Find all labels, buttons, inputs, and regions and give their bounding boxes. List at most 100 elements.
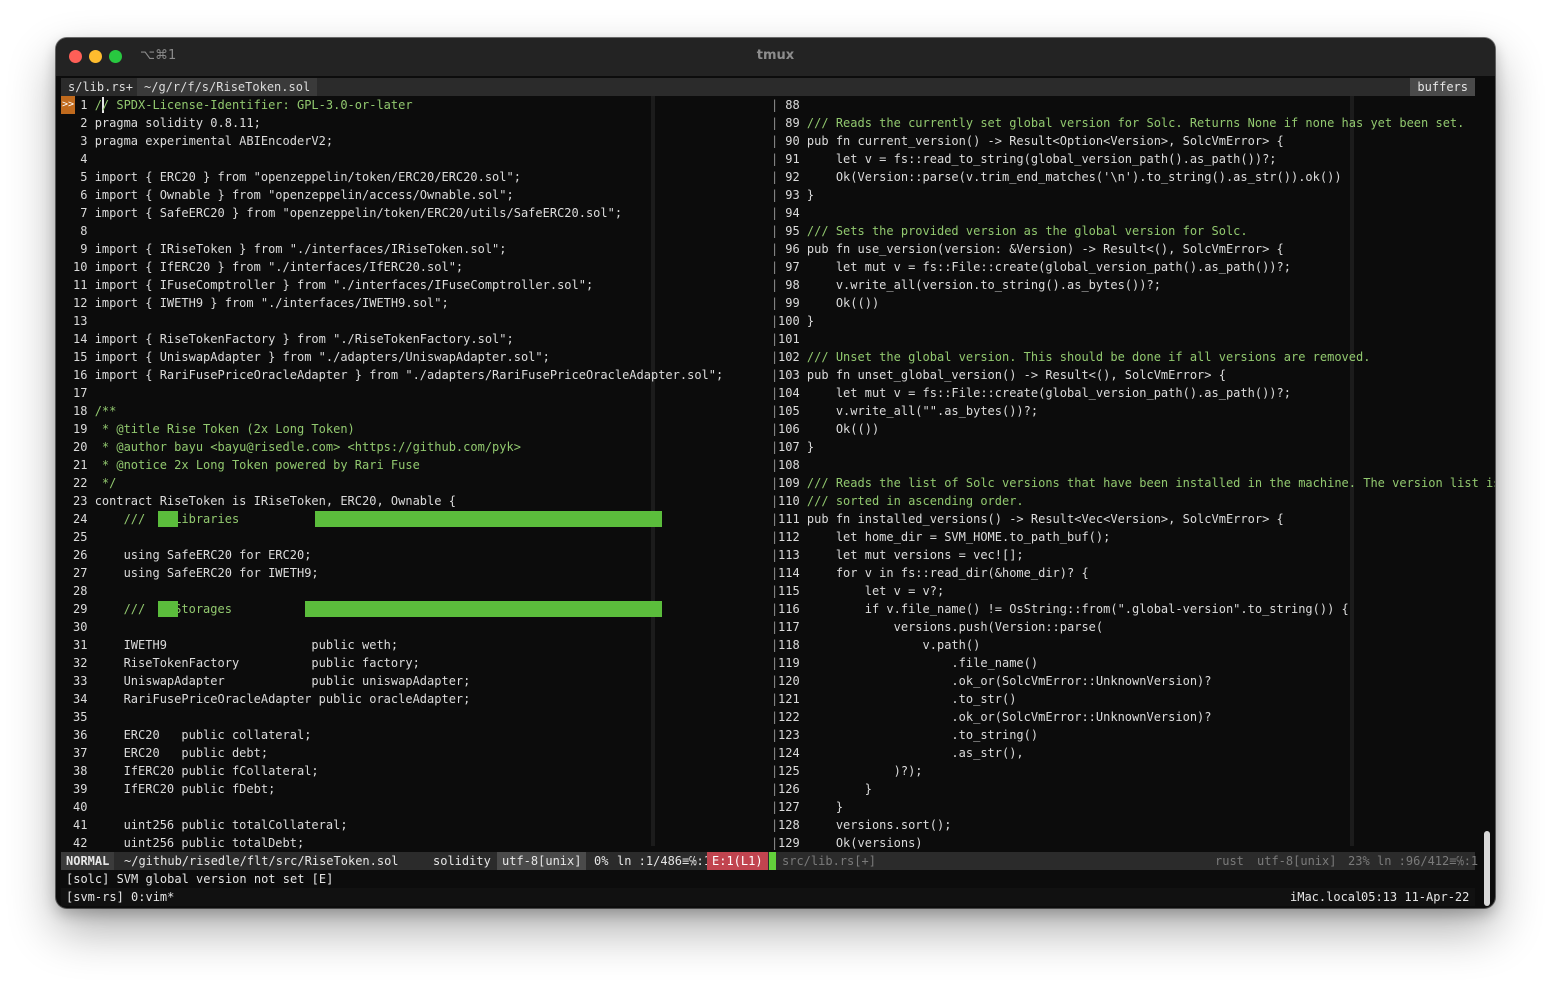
right-line[interactable]: 126 }	[778, 780, 872, 798]
right-line[interactable]: 110 /// sorted in ascending order.	[778, 492, 1024, 510]
line-number: 15	[73, 350, 88, 364]
split-separator: |	[771, 566, 779, 580]
right-line[interactable]: 95 /// Sets the provided version as the …	[778, 222, 1247, 240]
line-number: 90	[778, 134, 800, 148]
right-line[interactable]: 118 v.path()	[778, 636, 980, 654]
right-line[interactable]: 107 }	[778, 438, 814, 456]
left-line[interactable]: 28	[73, 582, 95, 600]
split-separator: |	[771, 458, 779, 472]
right-line[interactable]: 112 let home_dir = SVM_HOME.to_path_buf(…	[778, 528, 1110, 546]
right-line[interactable]: 128 versions.sort();	[778, 816, 951, 834]
left-line[interactable]: 20 * @author bayu <bayu@risedle.com> <ht…	[73, 438, 521, 456]
right-line[interactable]: 102 /// Unset the global version. This s…	[778, 348, 1370, 366]
right-line[interactable]: 117 versions.push(Version::parse(	[778, 618, 1103, 636]
left-line[interactable]: 7 import { SafeERC20 } from "openzeppeli…	[73, 204, 622, 222]
right-line[interactable]: 108	[778, 456, 807, 474]
right-line[interactable]: 98 v.write_all(version.to_string().as_by…	[778, 276, 1161, 294]
left-line[interactable]: 24 /// Libraries	[73, 510, 239, 528]
left-line[interactable]: 41 uint256 public totalCollateral;	[73, 816, 348, 834]
tab-risetoken-sol[interactable]: ~/g/r/f/s/RiseToken.sol	[137, 78, 318, 96]
left-line[interactable]: 8	[73, 222, 95, 240]
status-ok-marker	[769, 852, 776, 870]
right-line[interactable]: 90 pub fn current_version() -> Result<Op…	[778, 132, 1284, 150]
left-line[interactable]: 12 import { IWETH9 } from "./interfaces/…	[73, 294, 449, 312]
right-line[interactable]: 119 .file_name()	[778, 654, 1038, 672]
left-line[interactable]: 22 */	[73, 474, 116, 492]
left-line[interactable]: 16 import { RariFusePriceOracleAdapter }…	[73, 366, 723, 384]
left-line[interactable]: 25	[73, 528, 95, 546]
left-line[interactable]: 36 ERC20 public collateral;	[73, 726, 311, 744]
right-line[interactable]: 115 let v = v?;	[778, 582, 944, 600]
left-line[interactable]: 37 ERC20 public debt;	[73, 744, 268, 762]
right-line[interactable]: 113 let mut versions = vec![];	[778, 546, 1024, 564]
left-line[interactable]: 4	[73, 150, 95, 168]
right-line[interactable]: 99 Ok(())	[778, 294, 879, 312]
left-line[interactable]: 2 pragma solidity 0.8.11;	[73, 114, 261, 132]
left-line[interactable]: 13	[73, 312, 95, 330]
right-line[interactable]: 122 .ok_or(SolcVmError::UnknownVersion)?	[778, 708, 1212, 726]
right-line[interactable]: 88	[778, 96, 807, 114]
left-line[interactable]: 27 using SafeERC20 for IWETH9;	[73, 564, 319, 582]
right-line[interactable]: 120 .ok_or(SolcVmError::UnknownVersion)?	[778, 672, 1212, 690]
scrollbar[interactable]	[1484, 831, 1490, 906]
right-line[interactable]: 91 let v = fs::read_to_string(global_ver…	[778, 150, 1276, 168]
left-line[interactable]: 14 import { RiseTokenFactory } from "./R…	[73, 330, 514, 348]
right-line[interactable]: 127 }	[778, 798, 843, 816]
left-line[interactable]: 38 IfERC20 public fCollateral;	[73, 762, 319, 780]
code-text: // SPDX-License-Identifier: GPL-3.0-or-l…	[94, 98, 413, 112]
right-line[interactable]: 105 v.write_all("".as_bytes())?;	[778, 402, 1038, 420]
right-line[interactable]: 92 Ok(Version::parse(v.trim_end_matches(…	[778, 168, 1341, 186]
line-number: 30	[73, 620, 88, 634]
split-separator: |	[771, 494, 779, 508]
left-line[interactable]: 11 import { IFuseComptroller } from "./i…	[73, 276, 593, 294]
left-line[interactable]: 35	[73, 708, 95, 726]
right-line[interactable]: 109 /// Reads the list of Solc versions …	[778, 474, 1495, 492]
right-line[interactable]: 121 .to_str()	[778, 690, 1016, 708]
line-number: 105	[778, 404, 800, 418]
right-line[interactable]: 96 pub fn use_version(version: &Version)…	[778, 240, 1284, 258]
left-line[interactable]: 40	[73, 798, 95, 816]
left-line[interactable]: 19 * @title Rise Token (2x Long Token)	[73, 420, 355, 438]
left-line[interactable]: 33 UniswapAdapter public uniswapAdapter;	[73, 672, 470, 690]
right-line[interactable]: 129 Ok(versions)	[778, 834, 923, 852]
left-line[interactable]: 6 import { Ownable } from "openzeppelin/…	[73, 186, 514, 204]
left-line[interactable]: 39 IfERC20 public fDebt;	[73, 780, 275, 798]
left-line[interactable]: 15 import { UniswapAdapter } from "./ada…	[73, 348, 550, 366]
tab-lib-rs[interactable]: s/lib.rs+	[61, 78, 140, 96]
right-line[interactable]: 94	[778, 204, 807, 222]
left-line[interactable]: 1 // SPDX-License-Identifier: GPL-3.0-or…	[73, 96, 413, 114]
left-line[interactable]: 30	[73, 618, 95, 636]
left-line[interactable]: 10 import { IfERC20 } from "./interfaces…	[73, 258, 463, 276]
right-line[interactable]: 104 let mut v = fs::File::create(global_…	[778, 384, 1291, 402]
terminal-content[interactable]: s/lib.rs+ ~/g/r/f/s/RiseToken.sol buffer…	[61, 78, 1495, 908]
right-line[interactable]: 97 let mut v = fs::File::create(global_v…	[778, 258, 1291, 276]
left-line[interactable]: 26 using SafeERC20 for ERC20;	[73, 546, 311, 564]
left-line[interactable]: 23 contract RiseToken is IRiseToken, ERC…	[73, 492, 456, 510]
tmux-session[interactable]: [svm-rs] 0:vim*	[61, 888, 179, 906]
right-line[interactable]: 106 Ok(())	[778, 420, 879, 438]
right-line[interactable]: 100 }	[778, 312, 814, 330]
right-line[interactable]: 123 .to_string()	[778, 726, 1038, 744]
code-text: Ok(versions)	[806, 836, 923, 850]
left-line[interactable]: 34 RariFusePriceOracleAdapter public ora…	[73, 690, 470, 708]
left-line[interactable]: 42 uint256 public totalDebt;	[73, 834, 304, 852]
left-line[interactable]: 18 /**	[73, 402, 116, 420]
left-line[interactable]: 17	[73, 384, 95, 402]
left-line[interactable]: 29 /// Storages	[73, 600, 232, 618]
left-line[interactable]: 9 import { IRiseToken } from "./interfac…	[73, 240, 506, 258]
left-line[interactable]: 32 RiseTokenFactory public factory;	[73, 654, 420, 672]
right-line[interactable]: 125 )?);	[778, 762, 923, 780]
left-line[interactable]: 31 IWETH9 public weth;	[73, 636, 398, 654]
right-line[interactable]: 116 if v.file_name() != OsString::from("…	[778, 600, 1349, 618]
right-line[interactable]: 124 .as_str(),	[778, 744, 1024, 762]
right-line[interactable]: 93 }	[778, 186, 814, 204]
right-line[interactable]: 111 pub fn installed_versions() -> Resul…	[778, 510, 1284, 528]
right-line[interactable]: 89 /// Reads the currently set global ve…	[778, 114, 1464, 132]
left-line[interactable]: 21 * @notice 2x Long Token powered by Ra…	[73, 456, 420, 474]
right-line[interactable]: 103 pub fn unset_global_version() -> Res…	[778, 366, 1226, 384]
line-number: 122	[778, 710, 800, 724]
left-line[interactable]: 3 pragma experimental ABIEncoderV2;	[73, 132, 333, 150]
left-line[interactable]: 5 import { ERC20 } from "openzeppelin/to…	[73, 168, 521, 186]
right-line[interactable]: 101	[778, 330, 807, 348]
right-line[interactable]: 114 for v in fs::read_dir(&home_dir)? {	[778, 564, 1089, 582]
